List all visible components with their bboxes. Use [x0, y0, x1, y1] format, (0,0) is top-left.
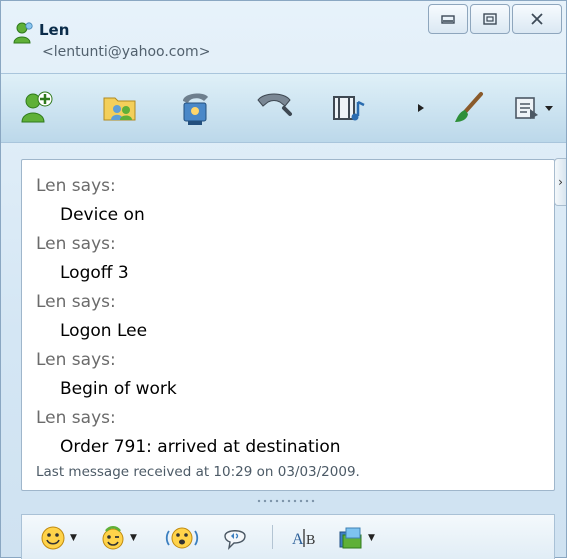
message-sender: Len says:: [36, 234, 116, 254]
phone-call-icon: [257, 93, 292, 116]
minimize-button[interactable]: [428, 4, 468, 34]
font-button[interactable]: A B: [290, 523, 320, 553]
chevron-down-icon: ▼: [130, 533, 137, 543]
add-contact-icon: [21, 91, 53, 123]
share-folder-icon: [103, 97, 136, 121]
message-text: Logoff 3: [60, 263, 129, 283]
svg-text:A: A: [292, 531, 304, 548]
message-text: Device on: [60, 205, 145, 225]
close-button[interactable]: [512, 4, 562, 34]
nudge-button[interactable]: [164, 523, 200, 553]
voice-clip-button[interactable]: [222, 523, 248, 553]
background-brush-icon: [455, 92, 483, 122]
window-controls: [426, 4, 562, 34]
contact-email: <lentunti@yahoo.com>: [42, 44, 211, 60]
message-list: Len says: Device on Len says: Logoff 3 Len s…: [36, 172, 341, 462]
options-menu-icon: [515, 97, 553, 119]
conversation-history[interactable]: Len says: Device on Len says: Logoff 3 Len s…: [21, 159, 555, 491]
message-sender: Len says:: [36, 292, 116, 312]
voice-call-button[interactable]: [252, 86, 296, 130]
online-status-icon: [12, 21, 36, 45]
media-icon: [333, 96, 365, 121]
contact-name: Len: [39, 21, 70, 39]
maximize-icon: [483, 13, 497, 25]
background-button[interactable]: [447, 86, 491, 130]
activities-button[interactable]: [327, 86, 371, 130]
conversation-toolbar: [1, 73, 566, 143]
message-sender: Len says:: [36, 408, 116, 428]
more-chevron-icon: [418, 104, 424, 112]
winks-button[interactable]: ▼: [100, 523, 137, 553]
video-call-icon: [183, 93, 208, 125]
chevron-down-icon: ▼: [368, 533, 375, 543]
options-menu-button[interactable]: [509, 86, 559, 130]
last-received-status: Last message received at 10:29 on 03/03/…: [36, 464, 360, 480]
emoticons-button[interactable]: ▼: [40, 523, 77, 553]
expand-chevron-icon: ›: [558, 175, 563, 189]
message-sender: Len says:: [36, 176, 116, 196]
minimize-icon: [441, 15, 455, 24]
nudge-icon: [165, 527, 199, 549]
share-files-button[interactable]: [98, 86, 142, 130]
conversation-window: Len <lentunti@yahoo.com> Len says: Devic…: [0, 0, 567, 559]
background-picker-button[interactable]: ▼: [338, 523, 375, 553]
message-text: Begin of work: [60, 379, 177, 399]
more-toolbar-button[interactable]: [411, 86, 431, 130]
emoticon-icon: [41, 526, 65, 550]
wink-icon: [102, 526, 124, 550]
message-text: Order 791: arrived at destination: [60, 437, 341, 457]
title-bar: Len <lentunti@yahoo.com>: [1, 1, 566, 73]
close-icon: [531, 13, 543, 25]
video-call-button[interactable]: [174, 86, 218, 130]
display-pictures-toggle[interactable]: ›: [554, 158, 566, 206]
maximize-button[interactable]: [470, 4, 510, 34]
input-toolbar: ▼ ▼ A B ▼: [21, 514, 555, 559]
voice-clip-icon: [224, 530, 246, 551]
invite-contact-button[interactable]: [15, 86, 59, 130]
font-icon: A B: [292, 529, 315, 548]
svg-text:B: B: [306, 533, 315, 548]
background-icon: [339, 527, 362, 549]
chevron-down-icon: ▼: [70, 533, 77, 543]
message-sender: Len says:: [36, 350, 116, 370]
toolbar-separator: [272, 525, 273, 549]
message-text: Logon Lee: [60, 321, 148, 341]
resize-splitter[interactable]: [256, 498, 316, 504]
